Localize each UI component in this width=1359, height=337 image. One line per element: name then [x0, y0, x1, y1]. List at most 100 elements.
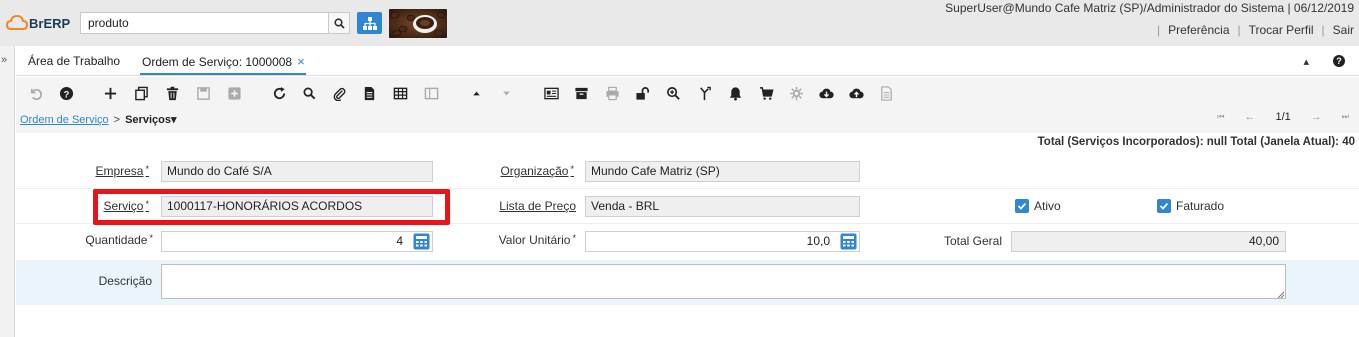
- logo-text: BrERP: [29, 15, 71, 31]
- lista-de-preco-field[interactable]: Venda - BRL: [585, 196, 860, 217]
- quantidade-field[interactable]: 4: [161, 231, 433, 252]
- record-form: Total (Serviços Incorporados): null Tota…: [16, 133, 1359, 337]
- valor-unitario-field[interactable]: 10,0: [585, 231, 860, 252]
- refresh-icon[interactable]: [269, 83, 289, 103]
- report-icon[interactable]: [359, 83, 379, 103]
- servico-highlight-annotation: [93, 189, 450, 225]
- resize-grip-icon[interactable]: [1277, 291, 1285, 299]
- print-icon[interactable]: [602, 83, 622, 103]
- svg-text:?: ?: [63, 89, 69, 99]
- help-icon[interactable]: ?: [56, 83, 76, 103]
- previous-record-icon[interactable]: ←: [1245, 111, 1256, 123]
- organizacao-label[interactable]: Organização *: [500, 164, 574, 178]
- breadcrumb-parent-link[interactable]: Ordem de Serviço: [20, 114, 109, 126]
- delete-icon[interactable]: [162, 83, 182, 103]
- calculator-icon[interactable]: [840, 233, 857, 250]
- cloud-logo-icon: [6, 15, 28, 30]
- search-icon: [333, 17, 345, 29]
- save-icon[interactable]: [193, 83, 213, 103]
- link-separator: |: [1321, 23, 1325, 37]
- new-record-icon[interactable]: [100, 83, 120, 103]
- minimize-icon[interactable]: ▴: [1303, 55, 1309, 68]
- help-circle-icon[interactable]: ?: [1333, 55, 1345, 67]
- link-separator: |: [1237, 23, 1241, 37]
- calculator-icon[interactable]: [413, 233, 430, 250]
- notification-bell-icon[interactable]: [725, 83, 745, 103]
- coffee-banner-image: [389, 9, 447, 38]
- tabbar-controls: ▴ ?: [1303, 55, 1345, 68]
- last-record-icon[interactable]: ⏭: [1342, 112, 1349, 122]
- quantidade-label: Quantidade *: [85, 233, 153, 247]
- copy-record-icon[interactable]: [131, 83, 151, 103]
- chevron-down-icon: ▾: [170, 114, 177, 126]
- descricao-textarea[interactable]: [161, 264, 1286, 299]
- record-position: 1/1: [1275, 111, 1291, 123]
- grid-toggle-icon[interactable]: [390, 83, 410, 103]
- brerp-logo[interactable]: BrERP: [6, 13, 70, 33]
- menu-search-box[interactable]: [80, 12, 350, 34]
- ativo-checkbox[interactable]: Ativo: [1015, 199, 1061, 213]
- detail-record-icon[interactable]: [421, 83, 441, 103]
- totals-summary: Total (Serviços Incorporados): null Tota…: [1037, 136, 1355, 148]
- checkmark-icon: [1157, 199, 1171, 213]
- form-row: Quantidade * 4 Valor Unitário * 10,0 Total…: [16, 225, 1359, 259]
- parent-record-icon[interactable]: [466, 83, 486, 103]
- expand-panel-icon[interactable]: »: [1, 54, 7, 66]
- tab-label: Ordem de Serviço: 1000008: [142, 55, 293, 69]
- lista-de-preco-label[interactable]: Lista de Preço: [499, 199, 576, 213]
- process-gear-icon[interactable]: [786, 83, 806, 103]
- attachment-icon[interactable]: [329, 83, 349, 103]
- window-tab-bar: Área de Trabalho Ordem de Serviço: 10000…: [16, 49, 1359, 76]
- menu-search-input[interactable]: [81, 13, 329, 33]
- tab-workspace[interactable]: Área de Trabalho: [28, 49, 120, 76]
- sitemap-button[interactable]: [357, 12, 382, 34]
- undo-icon[interactable]: [25, 83, 45, 103]
- checkmark-icon: [1015, 199, 1029, 213]
- ativo-label: Ativo: [1034, 199, 1061, 213]
- empresa-field[interactable]: Mundo do Café S/A: [161, 161, 433, 182]
- search-button[interactable]: [328, 13, 349, 33]
- document-icon[interactable]: [876, 83, 896, 103]
- close-tab-icon[interactable]: ×: [297, 54, 305, 69]
- find-icon[interactable]: [299, 83, 319, 103]
- breadcrumb: Ordem de Serviço > Serviços▾: [20, 113, 177, 127]
- save-and-new-icon[interactable]: [224, 83, 244, 103]
- organizacao-field[interactable]: Mundo Cafe Matriz (SP): [585, 161, 860, 182]
- top-header: BrERP produto SuperUser@Mundo Cafe Matri…: [0, 0, 1359, 46]
- cloud-download-icon[interactable]: [816, 83, 836, 103]
- lock-icon[interactable]: [632, 83, 652, 103]
- faturado-checkbox[interactable]: Faturado: [1157, 199, 1224, 213]
- user-session-info: SuperUser@Mundo Cafe Matriz (SP)/Adminis…: [945, 1, 1354, 15]
- logout-link[interactable]: Sair: [1333, 23, 1354, 37]
- total-geral-field: 40,00: [1011, 231, 1286, 252]
- record-navigation: ⏮ ← 1/1 → ⏭: [1217, 111, 1349, 123]
- window-toolbar: ? Ordem de Serviço > Serviços▾ ⏮ ← 1/1 →…: [16, 77, 1359, 133]
- preferences-link[interactable]: Preferência: [1168, 23, 1229, 37]
- descricao-label: Descrição: [98, 274, 152, 288]
- cart-icon[interactable]: [756, 83, 776, 103]
- tab-service-order[interactable]: Ordem de Serviço: 1000008 ×: [142, 49, 305, 76]
- change-role-link[interactable]: Trocar Perfil: [1249, 23, 1314, 37]
- faturado-label: Faturado: [1176, 199, 1225, 213]
- total-geral-label: Total Geral: [943, 234, 1002, 248]
- tab-label: Área de Trabalho: [28, 54, 121, 68]
- detail-record-down-icon[interactable]: [496, 83, 516, 103]
- breadcrumb-current-tab[interactable]: Serviços▾: [125, 113, 176, 126]
- zoom-across-icon[interactable]: [663, 83, 683, 103]
- breadcrumb-current-label: Serviços: [125, 114, 171, 126]
- first-record-icon[interactable]: ⏮: [1217, 112, 1224, 122]
- top-links: | Preferência | Trocar Perfil | Sair: [1149, 23, 1354, 37]
- empresa-label[interactable]: Empresa *: [95, 164, 149, 178]
- workflow-icon[interactable]: [694, 83, 714, 103]
- quantidade-value: 4: [396, 234, 403, 248]
- link-separator: |: [1157, 23, 1161, 37]
- valor-unitario-label: Valor Unitário *: [498, 233, 576, 247]
- archive-icon[interactable]: [571, 83, 591, 103]
- next-record-icon[interactable]: →: [1311, 111, 1322, 123]
- cloud-upload-icon[interactable]: [846, 83, 866, 103]
- valor-unitario-value: 10,0: [806, 234, 830, 248]
- form-row: Empresa * Mundo do Café S/A Organização * …: [16, 155, 1359, 189]
- west-panel-collapsed[interactable]: »: [0, 46, 15, 337]
- form-view-icon[interactable]: [541, 83, 561, 103]
- active-tab-indicator: [140, 73, 306, 75]
